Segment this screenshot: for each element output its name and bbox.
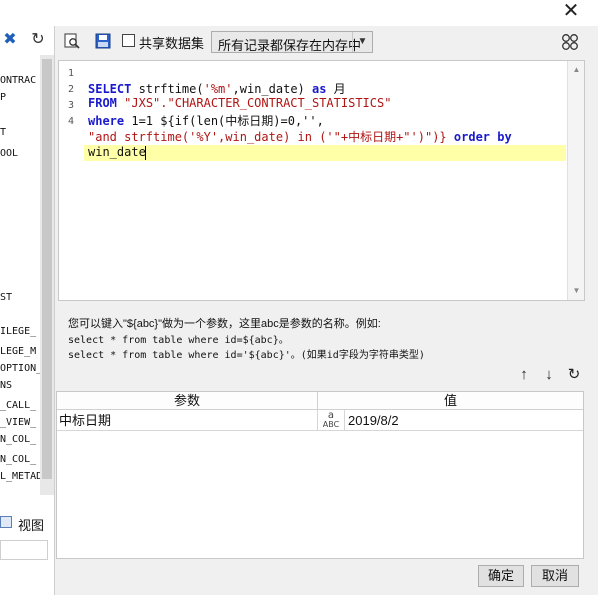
list-item[interactable]: T: [0, 127, 6, 138]
code-token: 月: [326, 82, 346, 96]
preview-icon[interactable]: [63, 32, 81, 50]
code-token: win_date: [88, 145, 146, 159]
code-token: 1=1 ${if(len(中标日期)=0,'',: [124, 114, 324, 128]
code-token: as: [312, 82, 327, 96]
move-up-icon[interactable]: ↑: [515, 366, 533, 384]
string-type-icon[interactable]: a ABC: [319, 411, 343, 430]
ok-button[interactable]: 确定: [478, 565, 524, 587]
editor-scrollbar[interactable]: ▲ ▼: [567, 61, 584, 300]
code-line: win_date: [88, 145, 146, 159]
chevron-down-icon: ▼: [352, 32, 372, 52]
list-item[interactable]: ILEGE_: [0, 326, 36, 337]
list-item[interactable]: N_COL_: [0, 454, 36, 465]
list-item[interactable]: ONTRAC: [0, 75, 36, 86]
list-item[interactable]: _VIEW_: [0, 417, 36, 428]
left-scrollbar[interactable]: [40, 55, 54, 495]
line-number: 1: [67, 68, 74, 79]
storage-mode-value: 所有记录都保存在内存中: [218, 38, 362, 53]
code-token: SELECT: [88, 82, 132, 96]
list-item[interactable]: L_METAD: [0, 471, 40, 482]
code-line: "and strftime('%Y',win_date) in ('"+中标日期…: [88, 128, 512, 145]
list-item[interactable]: ST: [0, 292, 12, 303]
type-glyph: ABC: [322, 420, 340, 429]
parameter-hint: 您可以键入"${abc}"做为一个参数，这里abc是参数的名称。例如:: [68, 318, 381, 330]
column-header-value: 值: [318, 392, 583, 410]
code-line: FROM "JXS"."CHARACTER_CONTRACT_STATISTIC…: [88, 96, 391, 110]
list-item[interactable]: N_COL_: [0, 434, 36, 445]
code-line: where 1=1 ${if(len(中标日期)=0,'',: [88, 112, 324, 129]
list-item[interactable]: OPTION_: [0, 363, 40, 374]
left-toolbar: ✖ ↻: [0, 28, 55, 52]
line-number-gutter: 1 2 3 4: [59, 61, 83, 300]
share-dataset-checkbox[interactable]: [122, 34, 135, 47]
share-dataset-label: 共享数据集: [139, 36, 205, 51]
view-tab[interactable]: 视图: [0, 512, 55, 534]
line-number: 4: [67, 116, 74, 127]
column-header-parameter: 参数: [57, 392, 318, 410]
view-icon: [0, 516, 12, 528]
refresh-parameters-icon[interactable]: ↻: [565, 366, 583, 384]
code-token: strftime(: [131, 82, 204, 96]
layout-grid-icon[interactable]: [561, 33, 579, 51]
refresh-icon[interactable]: ↻: [28, 30, 48, 50]
table-list: ONTRAC P T OOL ST ILEGE_ LEGE_M OPTION_ …: [0, 55, 40, 495]
list-item[interactable]: OOL: [0, 148, 18, 159]
list-item[interactable]: NS: [0, 380, 12, 391]
list-item[interactable]: P: [0, 92, 6, 103]
list-item[interactable]: _CALL_: [0, 400, 36, 411]
code-token: '%m': [203, 82, 233, 96]
close-button[interactable]: ✕: [558, 0, 584, 24]
scroll-down-icon[interactable]: ▼: [568, 284, 585, 298]
list-item[interactable]: LEGE_M: [0, 346, 36, 357]
code-token: "and strftime('%Y',win_date) in ('"+中标日期…: [88, 130, 447, 144]
parameter-example: select * from table where id=${abc}。: [68, 335, 289, 346]
parameter-example: select * from table where id='${abc}'。(如…: [68, 350, 425, 361]
cancel-button[interactable]: 取消: [531, 565, 579, 587]
line-number: 3: [67, 100, 74, 111]
code-token: ,win_date): [232, 82, 312, 96]
parameter-name-cell[interactable]: 中标日期: [57, 410, 318, 431]
scroll-up-icon[interactable]: ▲: [568, 63, 585, 77]
code-token: "JXS"."CHARACTER_CONTRACT_STATISTICS": [124, 96, 392, 110]
code-token: order by: [453, 130, 512, 144]
code-token: FROM: [88, 96, 117, 110]
view-label: 视图: [18, 518, 45, 533]
storage-mode-select[interactable]: 所有记录都保存在内存中 ▼: [211, 31, 373, 53]
text-caret: [145, 146, 146, 160]
line-number: 2: [67, 84, 74, 95]
left-bottom-field[interactable]: [0, 540, 48, 560]
current-line-highlight: [84, 145, 566, 161]
save-icon[interactable]: [94, 32, 112, 50]
tools-icon[interactable]: ✖: [0, 30, 20, 50]
code-token: where: [88, 114, 125, 128]
title-bar: [0, 0, 598, 26]
move-down-icon[interactable]: ↓: [540, 366, 558, 384]
code-line: SELECT strftime('%m',win_date) as 月: [88, 80, 346, 97]
parameter-value-cell[interactable]: 2019/8/2: [344, 410, 583, 431]
